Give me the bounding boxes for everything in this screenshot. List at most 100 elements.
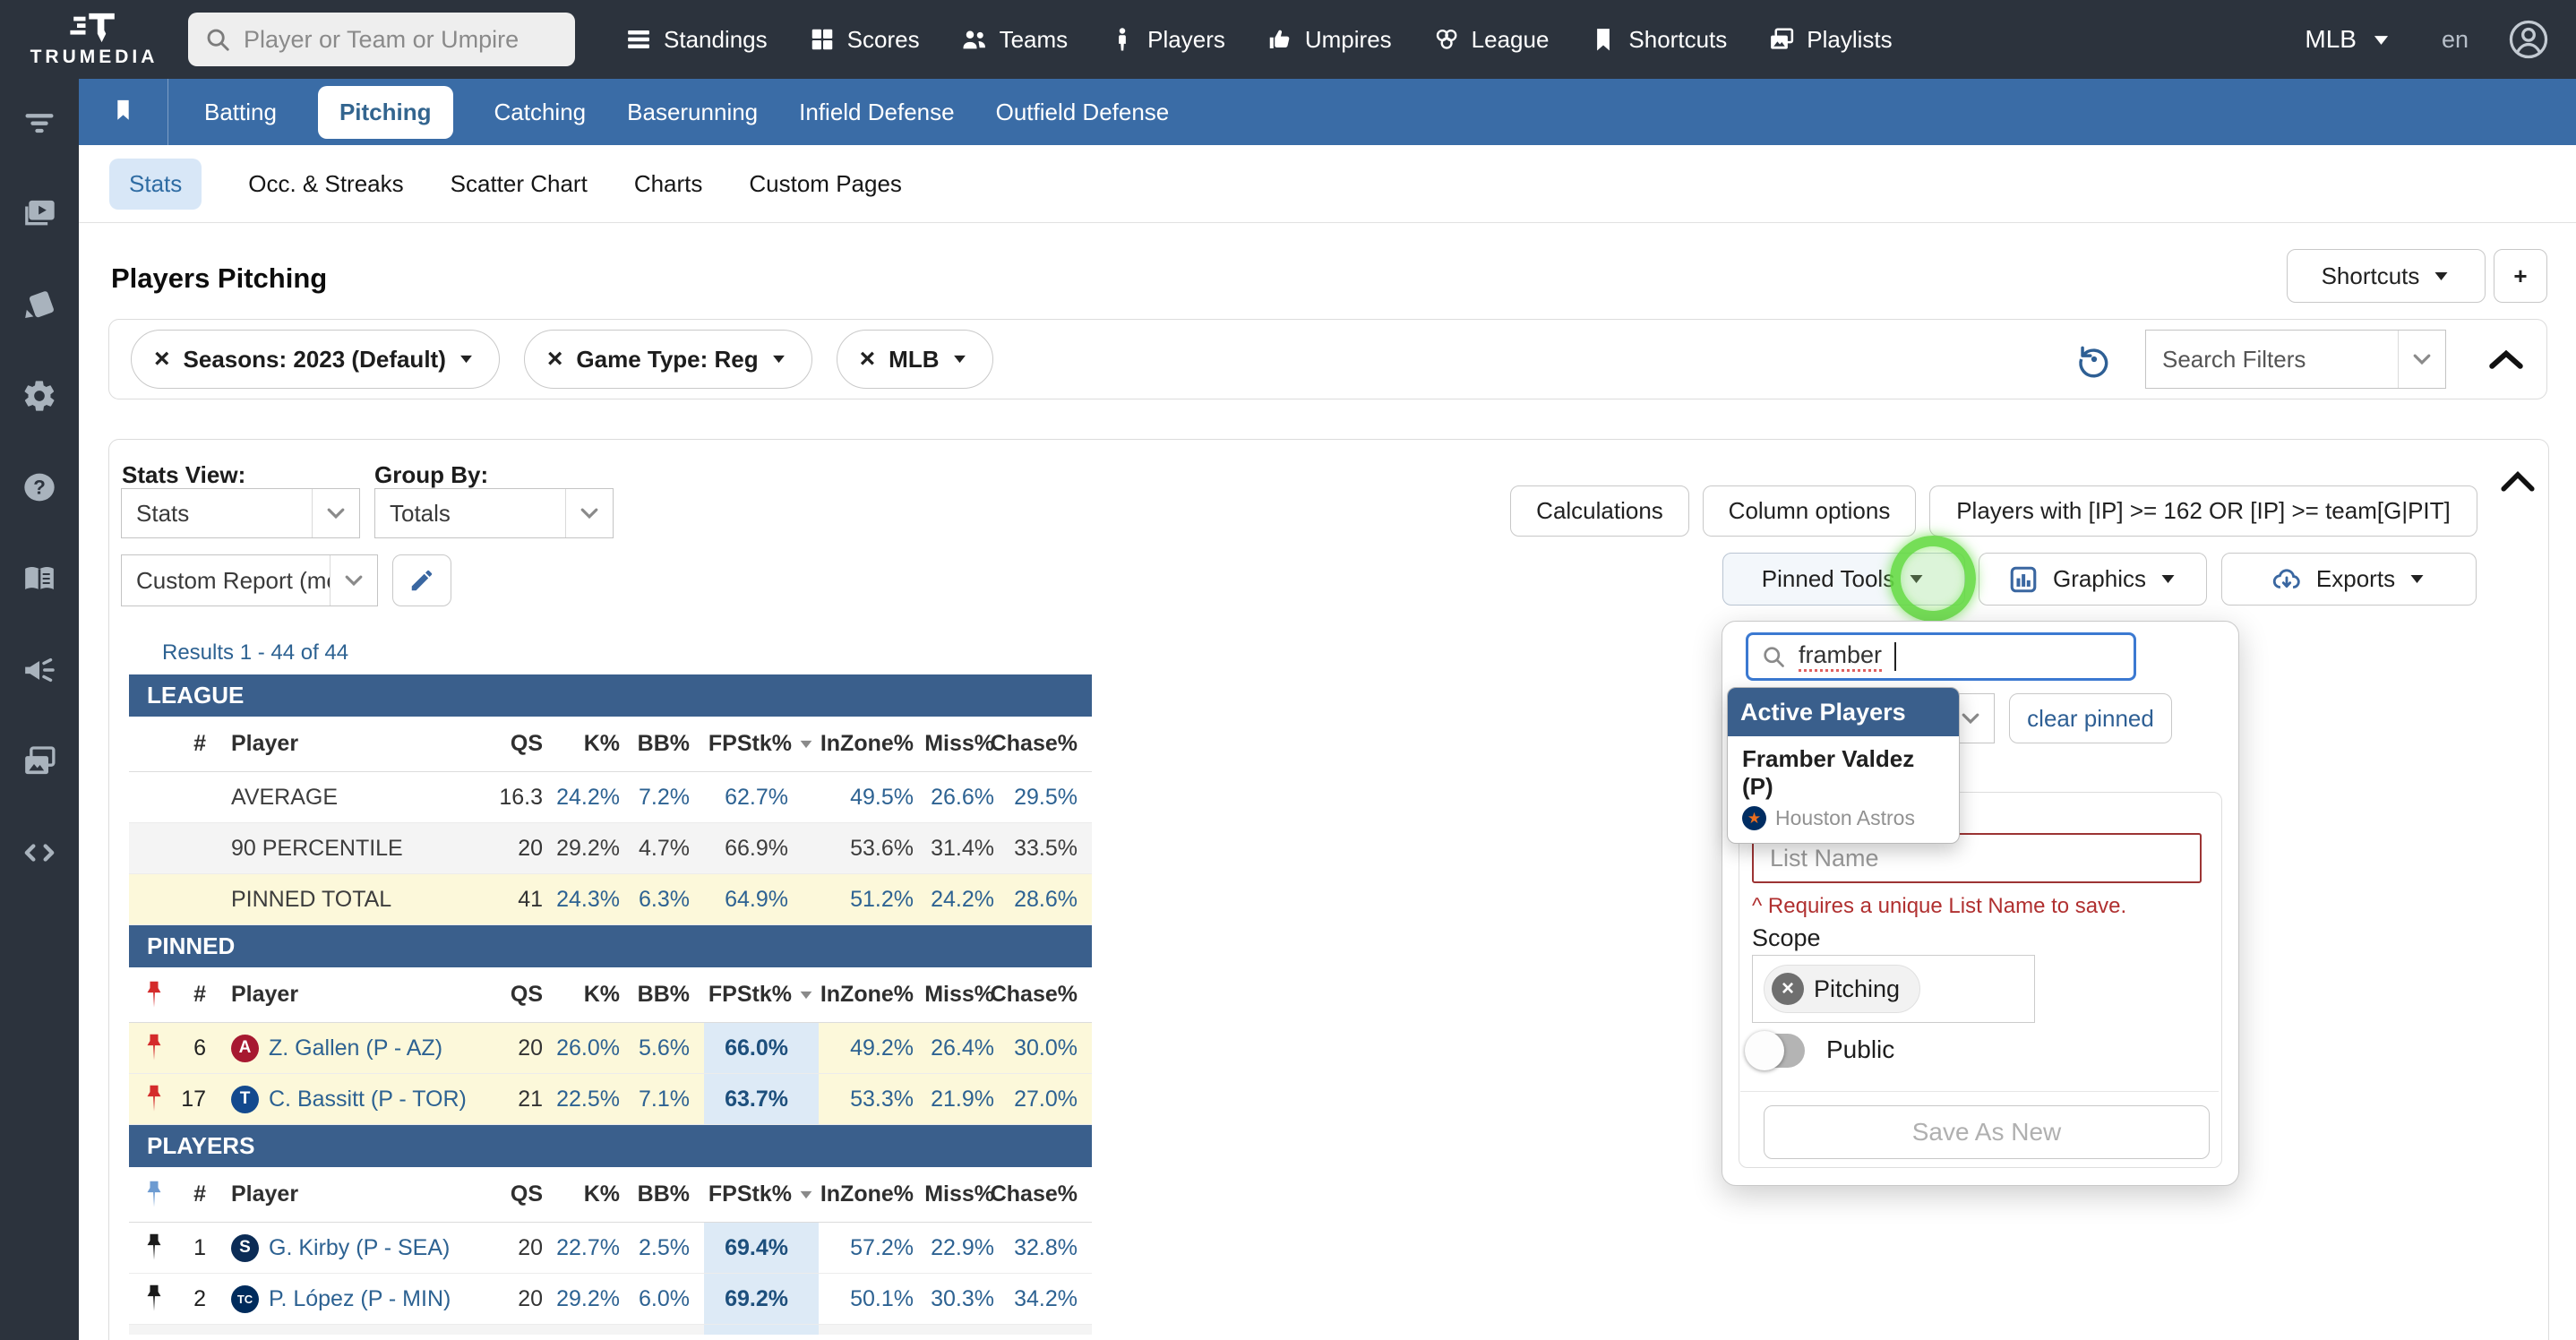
tab-pitching[interactable]: Pitching xyxy=(318,86,453,139)
search-filters-input[interactable] xyxy=(2160,345,2387,374)
column-header-pin[interactable] xyxy=(129,967,179,1022)
stat-cell-inzone[interactable]: 49.2% xyxy=(819,1023,928,1073)
stat-cell-chase[interactable]: 27.0% xyxy=(1009,1074,1092,1124)
remove-filter-icon[interactable]: × xyxy=(154,346,170,373)
global-search[interactable] xyxy=(188,13,575,66)
stat-cell-qs[interactable]: 16.3 xyxy=(478,772,557,822)
stat-cell-k[interactable]: 29.2% xyxy=(557,1274,634,1324)
trumedia-logo[interactable]: TRUMEDIA xyxy=(23,11,165,68)
column-header-inzone[interactable]: InZone% xyxy=(819,717,928,771)
stat-cell-chase[interactable]: 30.0% xyxy=(1009,1023,1092,1073)
public-toggle[interactable] xyxy=(1747,1034,1805,1068)
pin-icon[interactable] xyxy=(129,1074,179,1124)
stat-cell-bb[interactable]: 2.5% xyxy=(634,1223,704,1273)
calculations-button[interactable]: Calculations xyxy=(1510,485,1689,537)
stat-cell-chase[interactable]: 28.6% xyxy=(1009,874,1092,924)
column-header-inzone[interactable]: InZone% xyxy=(819,1167,928,1222)
player-name[interactable]: C. Bassitt (P - TOR) xyxy=(269,1087,467,1112)
pin-icon[interactable] xyxy=(129,1274,179,1324)
stat-cell-k[interactable]: 26.0% xyxy=(557,1023,634,1073)
remove-filter-icon[interactable]: × xyxy=(547,346,563,373)
help-icon[interactable]: ? xyxy=(21,469,57,505)
group-by-select[interactable]: Totals xyxy=(374,488,614,538)
stat-cell-qs[interactable]: 20 xyxy=(478,1274,557,1324)
stat-cell-bb[interactable]: 7.2% xyxy=(634,772,704,822)
column-header-fpstk[interactable]: FPStk% xyxy=(704,717,819,771)
pinned-search-box[interactable]: framber xyxy=(1746,632,2136,681)
stat-cell-k[interactable]: 24.2% xyxy=(557,772,634,822)
tab-infield-defense[interactable]: Infield Defense xyxy=(799,86,954,139)
bookmark-icon[interactable] xyxy=(111,98,135,126)
locale-label[interactable]: en xyxy=(2442,26,2469,54)
cards-icon[interactable] xyxy=(21,287,57,322)
stat-cell-fpstk[interactable]: 62.7% xyxy=(704,772,819,822)
stat-cell-chase[interactable]: 29.5% xyxy=(1009,772,1092,822)
player-name[interactable]: Z. Gallen (P - AZ) xyxy=(269,1035,442,1061)
stat-cell-qs[interactable]: 41 xyxy=(478,874,557,924)
remove-scope-icon[interactable]: × xyxy=(1772,973,1804,1005)
subtab-occ-streaks[interactable]: Occ. & Streaks xyxy=(248,170,403,198)
subtab-scatter-chart[interactable]: Scatter Chart xyxy=(451,170,588,198)
filter-chip[interactable]: ×Seasons: 2023 (Default) xyxy=(131,330,500,389)
stat-cell-chase[interactable]: 34.2% xyxy=(1009,1274,1092,1324)
topnav-item-standings[interactable]: Standings xyxy=(625,26,768,54)
subtab-custom-pages[interactable]: Custom Pages xyxy=(749,170,902,198)
column-header-inzone[interactable]: InZone% xyxy=(819,967,928,1022)
column-header-k[interactable]: K% xyxy=(557,967,634,1022)
player-name[interactable]: G. Kirby (P - SEA) xyxy=(269,1235,450,1261)
tab-baserunning[interactable]: Baserunning xyxy=(627,86,758,139)
league-selector[interactable]: MLB xyxy=(2305,25,2390,54)
stat-cell-bb[interactable]: 5.6% xyxy=(634,1023,704,1073)
user-avatar-icon[interactable] xyxy=(2508,19,2549,60)
topnav-item-umpires[interactable]: Umpires xyxy=(1267,26,1392,54)
column-header-qs[interactable]: QS xyxy=(478,1167,557,1222)
collapse-panel-icon[interactable] xyxy=(2499,468,2537,494)
subtab-stats[interactable]: Stats xyxy=(109,159,202,210)
results-count[interactable]: Results 1 - 44 of 44 xyxy=(162,640,348,666)
topnav-item-teams[interactable]: Teams xyxy=(961,26,1069,54)
subtab-charts[interactable]: Charts xyxy=(634,170,703,198)
list-name-input[interactable] xyxy=(1768,844,2185,873)
stat-cell-miss[interactable]: 21.9% xyxy=(928,1074,1009,1124)
save-as-new-button[interactable]: Save As New xyxy=(1764,1105,2210,1159)
column-header-fpstk[interactable]: FPStk% xyxy=(704,1167,819,1222)
topnav-item-players[interactable]: Players xyxy=(1109,26,1225,54)
column-header-chase[interactable]: Chase% xyxy=(1009,717,1092,771)
stat-cell-fpstk[interactable]: 69.4% xyxy=(704,1223,819,1273)
filter-icon[interactable] xyxy=(21,104,57,140)
stat-cell-qs[interactable]: 20 xyxy=(478,1223,557,1273)
player-link[interactable]: SG. Kirby (P - SEA) xyxy=(219,1223,478,1273)
stat-cell-fpstk[interactable]: 63.7% xyxy=(704,1074,819,1124)
column-header-num[interactable]: # xyxy=(179,1167,219,1222)
suggestion-item[interactable]: Framber Valdez (P) ★ Houston Astros xyxy=(1728,736,1959,843)
graphics-button[interactable]: Graphics xyxy=(1979,553,2207,606)
tab-batting[interactable]: Batting xyxy=(204,86,277,139)
pin-icon[interactable] xyxy=(129,1223,179,1273)
stat-cell-bb[interactable]: 7.1% xyxy=(634,1074,704,1124)
stat-cell-miss[interactable]: 26.4% xyxy=(928,1023,1009,1073)
column-header-pin[interactable] xyxy=(129,1167,179,1222)
column-header-qs[interactable]: QS xyxy=(478,967,557,1022)
filter-chip[interactable]: ×Game Type: Reg xyxy=(524,330,812,389)
stat-cell-inzone[interactable]: 57.2% xyxy=(819,1223,928,1273)
topnav-item-league[interactable]: League xyxy=(1433,26,1550,54)
pin-icon[interactable] xyxy=(129,1023,179,1073)
column-header-bb[interactable]: BB% xyxy=(634,1167,704,1222)
column-options-button[interactable]: Column options xyxy=(1703,485,1916,537)
stat-cell-fpstk[interactable]: 66.0% xyxy=(704,1023,819,1073)
column-header-player[interactable]: Player xyxy=(219,717,478,771)
column-header-player[interactable]: Player xyxy=(219,1167,478,1222)
collapse-filters-icon[interactable] xyxy=(2487,346,2525,373)
stat-cell-inzone[interactable]: 53.3% xyxy=(819,1074,928,1124)
column-header-bb[interactable]: BB% xyxy=(634,967,704,1022)
stat-cell-bb[interactable]: 6.3% xyxy=(634,874,704,924)
column-header-k[interactable]: K% xyxy=(557,717,634,771)
stat-cell-inzone[interactable]: 49.5% xyxy=(819,772,928,822)
edit-report-button[interactable] xyxy=(392,554,451,606)
topnav-item-scores[interactable]: Scores xyxy=(809,26,920,54)
exports-button[interactable]: Exports xyxy=(2221,553,2477,606)
row-filter-expression-button[interactable]: Players with [IP] >= 162 OR [IP] >= team… xyxy=(1929,485,2477,537)
stat-cell-fpstk[interactable]: 69.2% xyxy=(704,1274,819,1324)
topnav-item-playlists[interactable]: Playlists xyxy=(1768,26,1892,54)
history-icon[interactable] xyxy=(2075,340,2113,378)
